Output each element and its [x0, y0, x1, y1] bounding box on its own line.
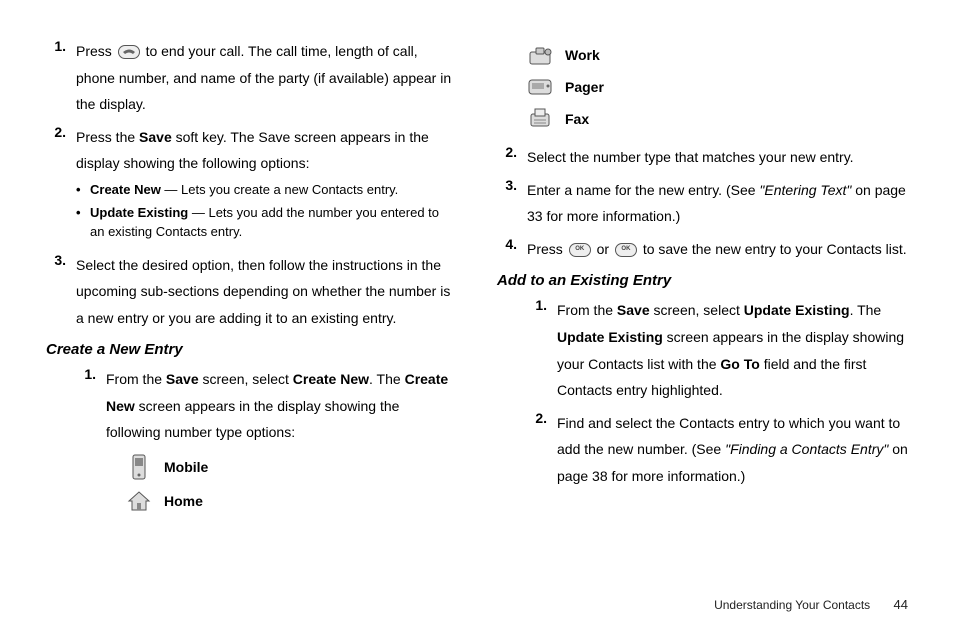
subheading-create-new: Create a New Entry — [46, 341, 457, 358]
list-item: 2. Find and select the Contacts entry to… — [527, 410, 908, 490]
footer-section-title: Understanding Your Contacts — [714, 598, 870, 612]
bullet-body: Update Existing — Lets you add the numbe… — [90, 204, 457, 242]
list-item: 2. Select the number type that matches y… — [497, 144, 908, 171]
italic-quote: "Finding a Contacts Entry" — [725, 441, 888, 457]
bullet-marker: • — [76, 181, 90, 200]
ok-key-small-icon: OK — [569, 243, 591, 257]
bullet-body: Create New — Lets you create a new Conta… — [90, 181, 457, 200]
bold-text: Save — [166, 371, 199, 387]
number-type-row: Pager — [525, 72, 908, 102]
item-number: 1. — [76, 366, 106, 446]
item-body: From the Save screen, select Create New.… — [106, 366, 457, 446]
page-footer: Understanding Your Contacts 44 — [714, 597, 908, 612]
bold-text: Update Existing — [90, 205, 188, 220]
page-number: 44 — [894, 597, 908, 612]
fax-icon — [525, 104, 555, 134]
list-item: 3. Select the desired option, then follo… — [46, 252, 457, 332]
right-list-b: 1. From the Save screen, select Update E… — [497, 297, 908, 489]
italic-quote: "Entering Text" — [759, 182, 851, 198]
list-item: 1. From the Save screen, select Create N… — [76, 366, 457, 446]
list-item: 2. Press the Save soft key. The Save scr… — [46, 124, 457, 246]
text-fragment: From the — [557, 302, 617, 318]
number-type-row: Fax — [525, 104, 908, 134]
bullet-item: • Create New — Lets you create a new Con… — [76, 181, 457, 200]
text-fragment: From the — [106, 371, 166, 387]
text-fragment: — Lets you create a new Contacts entry. — [161, 182, 399, 197]
bold-text: Save — [139, 129, 172, 145]
bold-text: Save — [617, 302, 650, 318]
item-number: 2. — [527, 410, 557, 490]
icon-text: OK — [575, 244, 584, 255]
bold-text: Create New — [90, 182, 161, 197]
work-icon — [525, 40, 555, 70]
number-type-row: Home — [124, 486, 457, 516]
item-number: 2. — [46, 124, 76, 246]
pager-icon — [525, 72, 555, 102]
number-type-label: Pager — [565, 79, 604, 95]
item-number: 3. — [46, 252, 76, 332]
number-type-label: Fax — [565, 111, 589, 127]
left-sub-list: 1. From the Save screen, select Create N… — [46, 366, 457, 446]
bullet-item: • Update Existing — Lets you add the num… — [76, 204, 457, 242]
item-body: Press OK or OK to save the new entry to … — [527, 236, 908, 263]
bold-text: Update Existing — [557, 329, 663, 345]
item-body: From the Save screen, select Update Exis… — [557, 297, 908, 403]
item-body: Select the number type that matches your… — [527, 144, 908, 171]
text-fragment: or — [597, 241, 613, 257]
content-columns: 1. Press to end your call. The call time… — [46, 38, 908, 520]
ok-key-large-icon: OK — [615, 243, 637, 257]
list-item: 4. Press OK or OK to save the new entry … — [497, 236, 908, 263]
list-item: 3. Enter a name for the new entry. (See … — [497, 177, 908, 230]
item-number: 3. — [497, 177, 527, 230]
right-column: Work Pager Fax 2. Select the number type… — [497, 38, 908, 520]
text-fragment: Enter a name for the new entry. (See — [527, 182, 759, 198]
right-list-a: 2. Select the number type that matches y… — [497, 144, 908, 262]
text-fragment: Press the — [76, 129, 139, 145]
number-type-label: Home — [164, 493, 203, 509]
end-call-key-icon — [118, 45, 140, 59]
text-fragment: Press — [76, 43, 116, 59]
sub-bullet-list: • Create New — Lets you create a new Con… — [76, 181, 457, 242]
item-number: 2. — [497, 144, 527, 171]
text-fragment: . The — [369, 371, 405, 387]
number-type-row: Work — [525, 40, 908, 70]
item-number: 1. — [46, 38, 76, 118]
item-body: Press to end your call. The call time, l… — [76, 38, 457, 118]
number-type-row: Mobile — [124, 452, 457, 482]
icon-text: OK — [621, 244, 630, 255]
text-fragment: screen, select — [650, 302, 744, 318]
mobile-icon — [124, 452, 154, 482]
text-fragment: screen appears in the display showing th… — [106, 398, 399, 441]
list-item: 1. From the Save screen, select Update E… — [527, 297, 908, 403]
bold-text: Update Existing — [744, 302, 850, 318]
bold-text: Go To — [720, 356, 759, 372]
text-fragment: to save the new entry to your Contacts l… — [643, 241, 907, 257]
item-body: Press the Save soft key. The Save screen… — [76, 124, 457, 246]
bold-text: Create New — [293, 371, 369, 387]
text-fragment: . The — [850, 302, 882, 318]
left-main-list: 1. Press to end your call. The call time… — [46, 38, 457, 331]
number-type-label: Work — [565, 47, 600, 63]
item-body: Select the desired option, then follow t… — [76, 252, 457, 332]
text-fragment: screen, select — [199, 371, 293, 387]
item-body: Enter a name for the new entry. (See "En… — [527, 177, 908, 230]
item-number: 4. — [497, 236, 527, 263]
item-number: 1. — [527, 297, 557, 403]
bullet-marker: • — [76, 204, 90, 242]
text-fragment: Press — [527, 241, 567, 257]
list-item: 1. Press to end your call. The call time… — [46, 38, 457, 118]
item-body: Find and select the Contacts entry to wh… — [557, 410, 908, 490]
left-column: 1. Press to end your call. The call time… — [46, 38, 457, 520]
home-icon — [124, 486, 154, 516]
subheading-add-existing: Add to an Existing Entry — [497, 272, 908, 289]
number-type-label: Mobile — [164, 459, 208, 475]
